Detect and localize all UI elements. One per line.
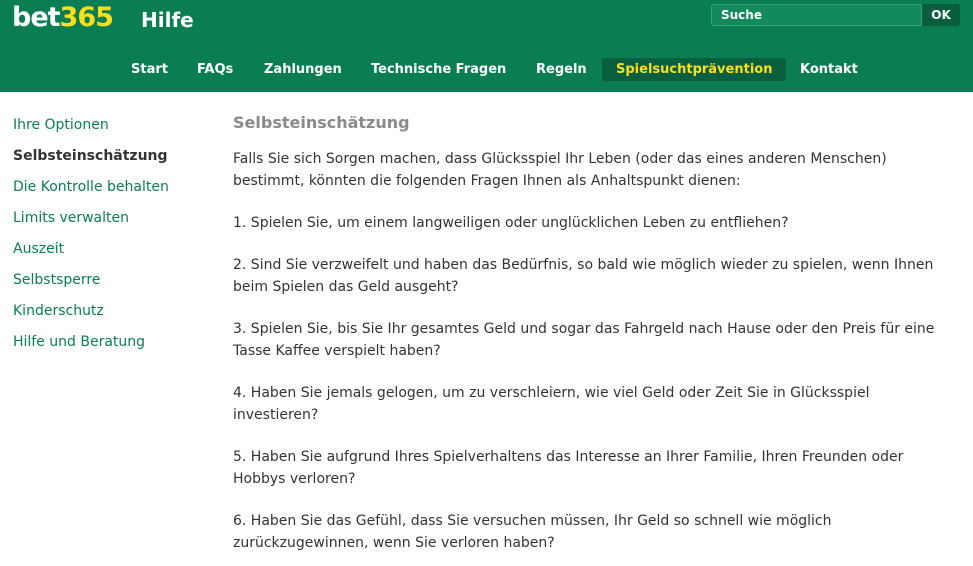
question-item: 3. Spielen Sie, bis Sie Ihr gesamtes Gel… — [233, 321, 935, 359]
question-item: 4. Haben Sie jemals gelogen, um zu versc… — [233, 385, 870, 423]
logo-text-bet: bet — [12, 2, 61, 33]
sidebar-item-kinderschutz[interactable]: Kinderschutz — [13, 300, 213, 331]
sidebar-item-selbsteinschaetzung[interactable]: Selbsteinschätzung — [13, 145, 213, 176]
sidebar-item-limits-verwalten[interactable]: Limits verwalten — [13, 207, 213, 238]
nav-item-technische-fragen[interactable]: Technische Fragen — [371, 58, 506, 81]
section-title: Hilfe — [141, 8, 194, 32]
search-ok-button[interactable]: OK — [922, 4, 960, 26]
question-item: 2. Sind Sie verzweifelt und haben das Be… — [233, 257, 934, 295]
search-input[interactable]: Suche — [711, 4, 922, 26]
top-header: bet365 Hilfe Suche OK — [0, 0, 973, 42]
nav-item-zahlungen[interactable]: Zahlungen — [264, 58, 342, 81]
main-content: Selbsteinschätzung Falls Sie sich Sorgen… — [233, 112, 953, 554]
nav-item-kontakt[interactable]: Kontakt — [800, 58, 858, 81]
sidebar-item-selbstsperre[interactable]: Selbstsperre — [13, 269, 213, 300]
question-item: 6. Haben Sie das Gefühl, dass Sie versuc… — [233, 513, 832, 551]
question-item: 5. Haben Sie aufgrund Ihres Spielverhalt… — [233, 449, 904, 487]
question-item: 1. Spielen Sie, um einem langweiligen od… — [233, 215, 789, 231]
sidebar-item-hilfe-und-beratung[interactable]: Hilfe und Beratung — [13, 331, 213, 362]
nav-item-faqs[interactable]: FAQs — [197, 58, 233, 81]
intro-text: Falls Sie sich Sorgen machen, dass Glück… — [233, 151, 887, 189]
nav-item-start[interactable]: Start — [131, 58, 168, 81]
sidebar-item-auszeit[interactable]: Auszeit — [13, 238, 213, 269]
page-title: Selbsteinschätzung — [233, 113, 410, 132]
sidebar-item-kontrolle-behalten[interactable]: Die Kontrolle behalten — [13, 176, 213, 207]
bet365-logo[interactable]: bet365 — [12, 2, 114, 34]
main-nav: Start FAQs Zahlungen Technische Fragen R… — [0, 42, 973, 92]
nav-item-regeln[interactable]: Regeln — [536, 58, 587, 81]
sidebar: Ihre Optionen Selbsteinschätzung Die Kon… — [13, 114, 213, 362]
nav-item-spielsuchtpraevention[interactable]: Spielsuchtprävention — [602, 58, 787, 81]
sidebar-item-ihre-optionen[interactable]: Ihre Optionen — [13, 114, 213, 145]
logo-text-365: 365 — [59, 2, 114, 33]
